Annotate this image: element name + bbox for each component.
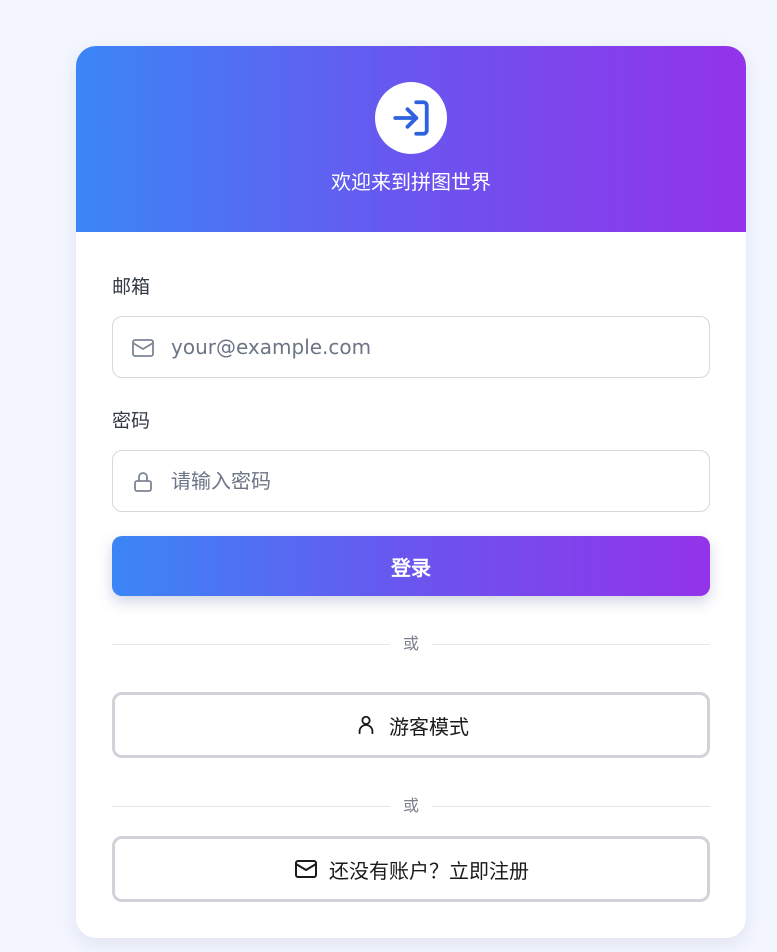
welcome-title: 欢迎来到拼图世界 bbox=[331, 170, 491, 194]
or-divider: 或 bbox=[112, 634, 710, 654]
user-icon bbox=[353, 712, 379, 738]
or-divider-2: 或 bbox=[112, 796, 710, 816]
divider-line-right bbox=[432, 644, 710, 645]
lock-icon bbox=[130, 469, 156, 495]
login-header: 欢迎来到拼图世界 bbox=[76, 46, 746, 232]
divider-line-right bbox=[432, 806, 710, 807]
password-label: 密码 bbox=[112, 410, 151, 432]
email-input[interactable] bbox=[171, 317, 691, 377]
mail-icon bbox=[130, 335, 156, 361]
guest-mode-button[interactable]: 游客模式 bbox=[112, 692, 710, 758]
register-label: 还没有账户？立即注册 bbox=[329, 858, 529, 883]
email-field[interactable] bbox=[112, 316, 710, 378]
guest-mode-label: 游客模式 bbox=[389, 714, 469, 739]
login-button[interactable]: 登录 bbox=[112, 536, 710, 596]
register-button[interactable]: 还没有账户？立即注册 bbox=[112, 836, 710, 902]
login-card: 欢迎来到拼图世界 邮箱 密码 登录 或 bbox=[76, 46, 746, 938]
password-input[interactable] bbox=[171, 451, 691, 511]
sign-in-icon bbox=[375, 82, 447, 154]
mail-icon bbox=[293, 856, 319, 882]
password-field[interactable] bbox=[112, 450, 710, 512]
email-label: 邮箱 bbox=[112, 276, 151, 298]
